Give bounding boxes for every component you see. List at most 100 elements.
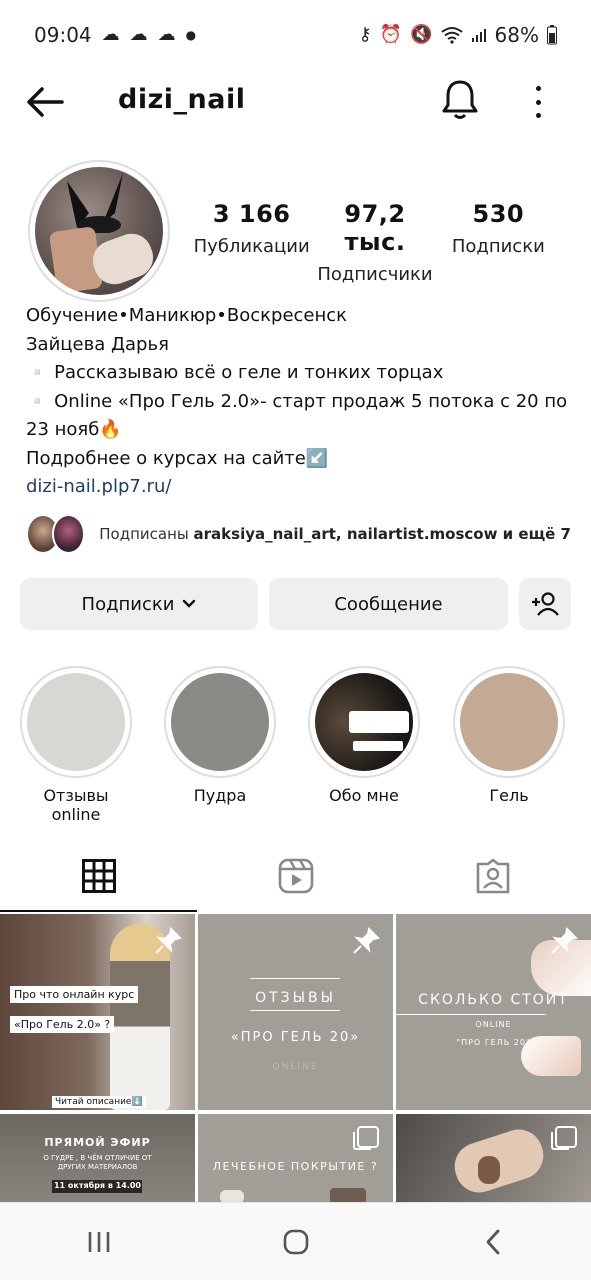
tab-grid[interactable] — [0, 840, 197, 912]
stat-label: Подписчики — [317, 264, 433, 285]
back-arrow-icon[interactable] — [26, 84, 66, 120]
battery-icon — [547, 25, 557, 45]
recent-apps-icon — [88, 1231, 109, 1252]
highlight-label: Пудра — [193, 786, 247, 805]
post-title: ЛЕЧЕБНОЕ ПОКРЫТИЕ ? — [212, 1160, 379, 1173]
profile-avatar[interactable] — [28, 160, 170, 302]
post-bottle-image — [330, 1188, 366, 1202]
post-date: 11 октября в 14.00 — [53, 1181, 141, 1190]
system-nav-bar — [0, 1202, 591, 1280]
message-button[interactable]: Сообщение — [269, 578, 508, 630]
posts-grid: Про что онлайн курс «Про Гель 2.0» ? Чит… — [0, 914, 591, 1202]
pin-icon — [155, 926, 183, 954]
wifi-icon — [440, 27, 463, 44]
chevron-left-icon — [486, 1229, 499, 1254]
tagged-icon — [476, 858, 509, 894]
bio-category: Обучение•Маникюр•Воскресенск — [26, 305, 348, 326]
clock: 09:04 — [34, 23, 92, 47]
highlight-item[interactable]: Пудра — [164, 666, 276, 805]
suggested-users-button[interactable] — [519, 578, 571, 630]
dot-icon: ● — [185, 28, 197, 42]
back-button[interactable] — [463, 1220, 523, 1264]
grid-icon — [81, 859, 116, 893]
bio-link[interactable]: dizi-nail.plp7.ru/ — [26, 473, 571, 502]
mute-icon: 🔇 — [410, 24, 433, 45]
bio-line: ▫️ Рассказываю всё о геле и тонких торца… — [26, 362, 444, 383]
highlight-item[interactable]: Обо мне — [308, 666, 420, 805]
post-subtitle: "ПРО ГЕЛЬ 20" — [456, 1038, 531, 1047]
signal-icon — [471, 29, 486, 42]
post-subtitle: О ГУДРЕ , В ЧЁМ ОТЛИЧИЕ ОТ ДРУГИХ МАТЕРИ… — [43, 1154, 152, 1171]
bunny-ears-image — [67, 173, 123, 233]
cloud-icon: ☁ — [101, 24, 120, 45]
cloud-upload-icon: ☁ — [129, 24, 148, 45]
add-user-icon — [532, 592, 559, 616]
post-title: СКОЛЬКО СТОИТ — [418, 992, 569, 1008]
post-title: ПРЯМОЙ ЭФИР — [44, 1136, 151, 1149]
cloud-icon: ☁ — [157, 24, 176, 45]
carousel-icon — [353, 1126, 379, 1150]
following-button[interactable]: Подписки — [20, 578, 258, 630]
following-button-label: Подписки — [81, 593, 175, 615]
profile-header: dizi_nail — [0, 70, 591, 134]
follower-avatar — [51, 514, 86, 554]
post-caption: «Про Гель 2.0» ? — [10, 1016, 115, 1033]
post-tile[interactable] — [396, 1114, 591, 1202]
tab-reels[interactable] — [197, 840, 394, 912]
highlight-cover — [460, 673, 558, 771]
stat-value: 97,2 тыс. — [344, 200, 406, 256]
stat-followers[interactable]: 97,2 тыс. Подписчики — [313, 200, 436, 285]
bio-line: Подробнее о курсах на сайте↙️ — [26, 447, 329, 469]
post-caption: Про что онлайн курс — [10, 986, 139, 1003]
followed-by-accounts: araksiya_nail_art, nailartist.moscow — [193, 525, 498, 543]
profile-bio: Обучение•Маникюр•Воскресенск Зайцева Дар… — [26, 302, 571, 502]
post-tile[interactable]: Про что онлайн курс «Про Гель 2.0» ? Чит… — [0, 914, 195, 1110]
home-icon — [283, 1229, 308, 1254]
followed-by[interactable]: Подписаны araksiya_nail_art, nailartist.… — [26, 512, 571, 556]
chevron-down-icon — [183, 599, 196, 608]
stat-posts[interactable]: 3 166 Публикации — [190, 200, 313, 285]
message-button-label: Сообщение — [334, 593, 443, 615]
bio-name: Зайцева Дарья — [26, 333, 169, 355]
highlight-item[interactable]: Отзывы online — [20, 666, 132, 824]
stat-value: 3 166 — [212, 200, 291, 228]
pin-icon — [551, 926, 579, 954]
post-tile[interactable]: ОТЗЫВЫ «ПРО ГЕЛЬ 20» ONLINE — [198, 914, 393, 1110]
key-icon: ⚷ — [358, 24, 372, 45]
recent-apps-button[interactable] — [69, 1220, 129, 1264]
bell-icon[interactable] — [440, 78, 480, 122]
post-title: ОТЗЫВЫ — [255, 990, 336, 1006]
highlight-label: Гель — [489, 786, 529, 805]
highlight-item[interactable]: Гель — [453, 666, 565, 805]
bio-line: ▫️ Online «Про Гель 2.0»- старт продаж 5… — [26, 390, 568, 441]
tab-tagged[interactable] — [394, 840, 591, 912]
post-caption: Читай описание⬇️ — [52, 1096, 146, 1108]
post-nail-image — [478, 1156, 500, 1184]
stat-label: Подписки — [451, 236, 545, 257]
followed-by-suffix: и ещё 7 — [497, 525, 571, 543]
stat-label: Публикации — [193, 236, 310, 257]
reels-icon — [278, 858, 313, 894]
followed-by-prefix: Подписаны — [99, 525, 194, 543]
battery-percent: 68% — [494, 23, 539, 47]
profile-tabs — [0, 840, 591, 912]
post-subtitle: «ПРО ГЕЛЬ 20» — [230, 1030, 361, 1045]
post-tile[interactable]: ПРЯМОЙ ЭФИР О ГУДРЕ , В ЧЁМ ОТЛИЧИЕ ОТ Д… — [0, 1114, 195, 1202]
highlight-label: Обо мне — [329, 786, 399, 805]
followed-by-text: Подписаны araksiya_nail_art, nailartist.… — [99, 525, 571, 543]
stat-following[interactable]: 530 Подписки — [437, 200, 560, 285]
stat-value: 530 — [472, 200, 525, 228]
post-small-text: ONLINE — [272, 1062, 319, 1072]
username: dizi_nail — [118, 84, 246, 115]
home-button[interactable] — [266, 1220, 326, 1264]
highlight-label: Отзывы online — [43, 786, 109, 824]
carousel-icon — [551, 1126, 577, 1150]
pin-icon — [353, 926, 381, 954]
post-small-text: ONLINE — [475, 1020, 512, 1029]
post-tile[interactable]: СКОЛЬКО СТОИТ ONLINE "ПРО ГЕЛЬ 20" — [396, 914, 591, 1110]
more-options-icon[interactable] — [528, 82, 548, 122]
highlight-cover — [315, 673, 413, 771]
post-tile[interactable]: ЛЕЧЕБНОЕ ПОКРЫТИЕ ? — [198, 1114, 393, 1202]
highlight-cover — [171, 673, 269, 771]
status-bar: 09:04 ☁ ☁ ☁ ● ⚷ ⏰ 🔇 68% — [0, 0, 591, 70]
